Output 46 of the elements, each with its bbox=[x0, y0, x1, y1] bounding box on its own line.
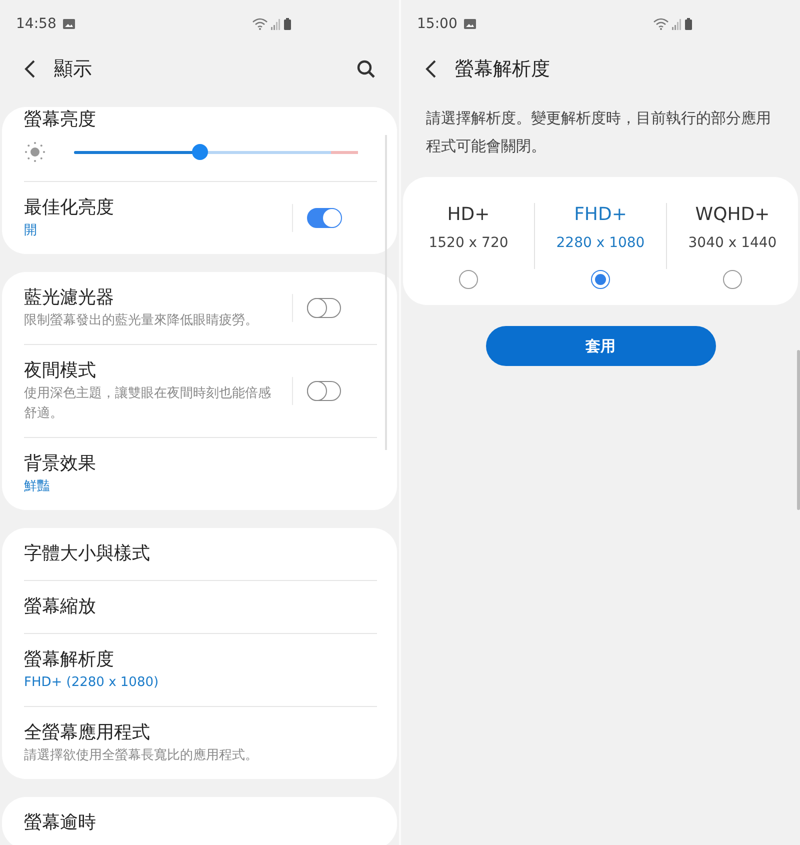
wifi-icon bbox=[653, 18, 670, 30]
image-icon bbox=[63, 19, 76, 29]
resolution-name: HD+ bbox=[447, 202, 490, 226]
battery-icon bbox=[284, 18, 292, 30]
setting-description: 請選擇欲使用全螢幕長寬比的應用程式。 bbox=[24, 747, 259, 765]
screen-title: 顯示 bbox=[54, 57, 92, 82]
resolution-value: 1520 x 720 bbox=[428, 234, 508, 252]
wifi-icon bbox=[252, 18, 268, 30]
setting-description: 使用深色主題，讓雙眼在夜間時刻也能倍感舒適。 bbox=[24, 385, 272, 423]
toggle-switch[interactable] bbox=[307, 208, 341, 228]
description-text: 請選擇解析度。變更解析度時，目前執行的部分應用程式可能會關閉。 bbox=[425, 108, 772, 157]
setting-title[interactable]: 夜間模式 bbox=[24, 358, 292, 384]
setting-title[interactable]: 全螢幕應用程式 bbox=[24, 720, 375, 746]
setting-title[interactable]: 藍光濾光器 bbox=[24, 285, 292, 311]
signal-icon bbox=[672, 18, 682, 30]
apply-button[interactable]: 套用 bbox=[486, 326, 716, 366]
setting-title[interactable]: 螢幕逾時 bbox=[24, 810, 375, 836]
setting-value: 開 bbox=[24, 222, 38, 240]
radio-button[interactable] bbox=[591, 270, 610, 288]
setting-value: FHD+ (2280 x 1080) bbox=[24, 674, 160, 692]
resolution-value: 3040 x 1440 bbox=[688, 234, 777, 252]
resolution-name: FHD+ bbox=[574, 202, 627, 226]
back-icon[interactable] bbox=[24, 60, 36, 78]
setting-title[interactable]: 螢幕縮放 bbox=[24, 594, 375, 620]
image-icon bbox=[464, 19, 476, 29]
setting-description: 限制螢幕發出的藍光量來降低眼睛疲勞。 bbox=[24, 312, 259, 330]
resolution-name: WQHD+ bbox=[695, 202, 770, 226]
toggle-switch[interactable] bbox=[307, 298, 341, 318]
setting-title[interactable]: 螢幕解析度 bbox=[24, 647, 375, 673]
toggle-switch[interactable] bbox=[307, 381, 341, 401]
setting-title[interactable]: 背景效果 bbox=[24, 451, 375, 477]
signal-icon bbox=[271, 18, 282, 30]
setting-title[interactable]: 字體大小與樣式 bbox=[24, 541, 375, 567]
setting-title: 螢幕亮度 bbox=[24, 108, 97, 132]
screen-title: 螢幕解析度 bbox=[455, 57, 550, 82]
setting-value: 鮮豔 bbox=[24, 478, 51, 496]
resolution-value: 2280 x 1080 bbox=[556, 234, 645, 252]
status-time: 15:00 bbox=[417, 16, 458, 32]
status-time: 14:58 bbox=[16, 16, 56, 32]
back-icon[interactable] bbox=[425, 60, 437, 78]
radio-button[interactable] bbox=[459, 270, 478, 288]
search-icon[interactable] bbox=[357, 60, 375, 78]
setting-title[interactable]: 最佳化亮度 bbox=[24, 195, 292, 221]
brightness-icon bbox=[24, 141, 46, 163]
radio-button[interactable] bbox=[723, 270, 742, 288]
battery-icon bbox=[685, 18, 692, 30]
